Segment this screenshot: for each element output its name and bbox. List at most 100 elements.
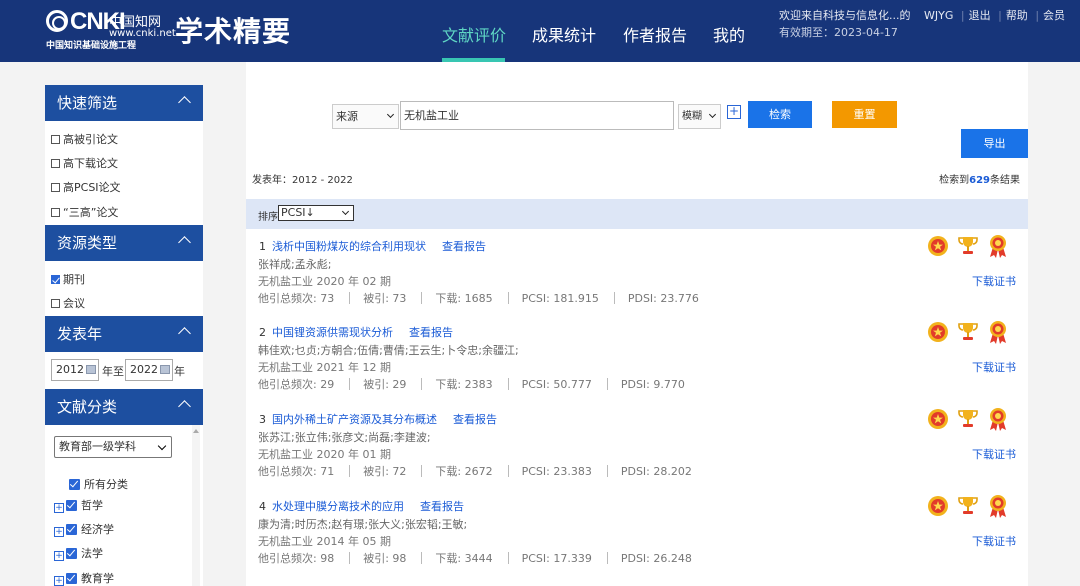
download-certificate-link[interactable]: 下载证书: [972, 273, 1016, 289]
nav-mine[interactable]: 我的: [713, 22, 745, 46]
checkbox-checked-icon: [66, 548, 77, 559]
high-download-trophy-icon[interactable]: [956, 407, 980, 431]
welcome-text: 欢迎来自科技与信息化...的: [779, 9, 911, 22]
download-certificate-link[interactable]: 下载证书: [972, 533, 1016, 549]
class-item-all[interactable]: 所有分类: [69, 476, 128, 492]
filter-three-high[interactable]: “三高”论文: [51, 204, 118, 220]
chevron-up-icon: [178, 96, 191, 109]
nav-doc-evaluation[interactable]: 文献评价: [442, 22, 506, 46]
logout-link[interactable]: 退出: [969, 9, 991, 22]
chevron-up-icon: [178, 400, 191, 413]
high-cited-medal-icon[interactable]: [926, 320, 950, 344]
year-from-input[interactable]: 2012: [51, 359, 99, 381]
high-pcsi-rosette-icon[interactable]: [986, 234, 1010, 258]
resource-type-header[interactable]: 资源类型: [45, 225, 203, 261]
logo-project: 中国知识基础设施工程: [46, 41, 137, 51]
checkbox-icon: [51, 299, 60, 308]
calendar-icon[interactable]: [160, 365, 170, 374]
result-authors[interactable]: 韩佳欢;乜贞;方朝合;伍倩;曹倩;王云生;卜令忠;余疆江;: [258, 342, 519, 358]
result-number: 3: [259, 413, 266, 426]
main-content: 来源 无机盐工业 模糊 + 检索 重置 导出 发表年：2012 - 2022 检…: [246, 62, 1028, 586]
scroll-up-icon[interactable]: [193, 429, 199, 433]
download-certificate-link[interactable]: 下载证书: [972, 446, 1016, 462]
chevron-down-icon: [341, 207, 350, 216]
result-title-link[interactable]: 国内外稀土矿产资源及其分布概述: [272, 413, 437, 426]
calendar-icon[interactable]: [86, 365, 96, 374]
result-source[interactable]: 无机盐工业 2014 年 05 期: [258, 533, 391, 549]
high-cited-medal-icon[interactable]: [926, 407, 950, 431]
result-number: 4: [259, 500, 266, 513]
checkbox-icon: [51, 183, 60, 192]
result-authors[interactable]: 张祥成;孟永彪;: [258, 256, 331, 272]
pub-year-header[interactable]: 发表年: [45, 316, 203, 352]
username[interactable]: WJYG: [924, 9, 953, 22]
result-title-link[interactable]: 中国锂资源供需现状分析: [272, 326, 393, 339]
result-stats: 他引总频次: 98 被引: 98 下载: 3444 PCSI: 17.339 PDSI:…: [258, 552, 692, 565]
app-title: 学术精要: [175, 15, 292, 48]
high-cited-medal-icon[interactable]: [926, 494, 950, 518]
discipline-select[interactable]: 教育部一级学科: [54, 436, 172, 458]
view-report-link[interactable]: 查看报告: [409, 326, 453, 339]
download-certificate-link[interactable]: 下载证书: [972, 359, 1016, 375]
chevron-up-icon: [178, 236, 191, 249]
reset-button[interactable]: 重置: [832, 101, 897, 128]
logo-circle-icon: [46, 10, 68, 32]
result-title-link[interactable]: 水处理中膜分离技术的应用: [272, 500, 404, 513]
help-link[interactable]: 帮助: [1006, 9, 1028, 22]
match-mode-select[interactable]: 模糊: [678, 104, 721, 129]
view-report-link[interactable]: 查看报告: [420, 500, 464, 513]
quick-filter-header[interactable]: 快速筛选: [45, 85, 203, 121]
class-scrollbar[interactable]: [192, 425, 200, 586]
view-report-link[interactable]: 查看报告: [453, 413, 497, 426]
high-pcsi-rosette-icon[interactable]: [986, 494, 1010, 518]
result-number: 1: [259, 240, 266, 253]
search-button[interactable]: 检索: [748, 101, 812, 128]
chevron-down-icon: [157, 441, 167, 451]
nav-achievement-stats[interactable]: 成果统计: [532, 22, 596, 46]
nav-author-report[interactable]: 作者报告: [623, 22, 687, 46]
chevron-up-icon: [178, 327, 191, 340]
filter-high-pcsi[interactable]: 高PCSI论文: [51, 179, 121, 195]
high-pcsi-rosette-icon[interactable]: [986, 320, 1010, 344]
high-pcsi-rosette-icon[interactable]: [986, 407, 1010, 431]
sort-label: 排序: [258, 212, 278, 223]
result-number: 2: [259, 326, 266, 339]
search-input[interactable]: 无机盐工业: [400, 101, 674, 130]
result-stats: 他引总频次: 71 被引: 72 下载: 2672 PCSI: 23.383 PDSI:…: [258, 465, 692, 478]
result-source[interactable]: 无机盐工业 2021 年 12 期: [258, 359, 391, 375]
expand-plus-icon[interactable]: +: [54, 527, 64, 537]
member-link[interactable]: 会员: [1043, 9, 1065, 22]
result-stats: 他引总频次: 29 被引: 29 下载: 2383 PCSI: 50.777 PDSI:…: [258, 378, 685, 391]
result-source[interactable]: 无机盐工业 2020 年 02 期: [258, 273, 391, 289]
sort-select[interactable]: PCSI↓: [278, 205, 354, 221]
class-item-economics[interactable]: + 经济学: [54, 521, 114, 537]
filter-sidebar: 快速筛选 高被引论文 高下载论文 高PCSI论文 “三高”论文 资源类型 期刊 …: [45, 85, 203, 586]
class-item-education[interactable]: + 教育学: [54, 570, 114, 586]
export-button[interactable]: 导出: [961, 129, 1028, 158]
filter-high-download[interactable]: 高下载论文: [51, 155, 118, 171]
resource-conference[interactable]: 会议: [51, 295, 85, 311]
add-condition-plus-icon[interactable]: +: [727, 105, 741, 119]
result-source[interactable]: 无机盐工业 2020 年 01 期: [258, 446, 391, 462]
high-download-trophy-icon[interactable]: [956, 494, 980, 518]
result-authors[interactable]: 康为清;时历杰;赵有璟;张大义;张宏韬;王敏;: [258, 516, 467, 532]
expand-plus-icon[interactable]: +: [54, 551, 64, 561]
year-to-input[interactable]: 2022: [125, 359, 173, 381]
search-field-select[interactable]: 来源: [332, 104, 399, 129]
result-title-link[interactable]: 浅析中国粉煤灰的综合利用现状: [272, 240, 426, 253]
result-authors[interactable]: 张苏江;张立伟;张彦文;尚磊;李建波;: [258, 429, 431, 445]
class-item-philosophy[interactable]: + 哲学: [54, 497, 103, 513]
result-stats: 他引总频次: 73 被引: 73 下载: 1685 PCSI: 181.915 PDSI…: [258, 292, 699, 305]
resource-journal[interactable]: 期刊: [51, 271, 85, 287]
class-item-law[interactable]: + 法学: [54, 545, 103, 561]
view-report-link[interactable]: 查看报告: [442, 240, 486, 253]
expand-plus-icon[interactable]: +: [54, 503, 64, 513]
high-download-trophy-icon[interactable]: [956, 320, 980, 344]
checkbox-checked-icon: [66, 500, 77, 511]
filter-high-cited[interactable]: 高被引论文: [51, 131, 118, 147]
high-cited-medal-icon[interactable]: [926, 234, 950, 258]
checkbox-checked-icon: [66, 524, 77, 535]
expand-plus-icon[interactable]: +: [54, 576, 64, 586]
high-download-trophy-icon[interactable]: [956, 234, 980, 258]
doc-class-header[interactable]: 文献分类: [45, 389, 203, 425]
